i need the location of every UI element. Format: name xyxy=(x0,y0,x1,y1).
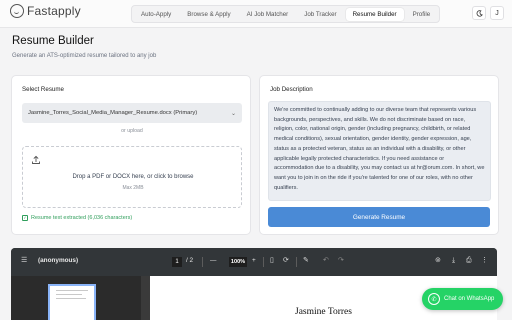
pdf-filename: (anonymous) xyxy=(38,257,79,264)
pdf-toolbar: ☰ (anonymous) 1 / 2 — 100% + ▯ ⟳ ✎ ↶ ↷ ⊚… xyxy=(11,248,497,276)
generate-resume-button[interactable]: Generate Resume xyxy=(268,207,490,227)
avatar-button[interactable]: J xyxy=(490,6,504,20)
tab-profile[interactable]: Profile xyxy=(406,8,438,21)
extraction-status-text: Resume text extracted (6,036 characters) xyxy=(31,215,133,221)
thumbnail-sidebar xyxy=(11,276,141,320)
job-description-label: Job Description xyxy=(270,86,313,93)
select-resume-label: Select Resume xyxy=(22,86,64,93)
page-number-input[interactable]: 1 xyxy=(172,257,182,267)
file-dropzone[interactable]: Drop a PDF or DOCX here, or click to bro… xyxy=(22,146,242,208)
dropzone-max-size: Max 2MB xyxy=(122,185,144,191)
job-description-textarea[interactable]: We're committed to continually adding to… xyxy=(268,101,491,201)
tab-auto-apply[interactable]: Auto-Apply xyxy=(134,8,178,21)
whatsapp-chat-button[interactable]: ✆ Chat on WhatsApp xyxy=(422,288,503,310)
zoom-out-button[interactable]: — xyxy=(210,257,216,264)
toolbar-divider xyxy=(263,257,264,267)
document-check-icon: ✓ xyxy=(22,215,28,221)
tab-ai-job-matcher[interactable]: AI Job Matcher xyxy=(240,8,296,21)
tab-resume-builder[interactable]: Resume Builder xyxy=(345,7,404,21)
menu-icon[interactable]: ☰ xyxy=(21,257,27,264)
job-description-card: Job Description We're committed to conti… xyxy=(259,75,499,235)
select-resume-card: Select Resume Jasmine_Torres_Social_Medi… xyxy=(11,75,251,235)
logo-icon xyxy=(10,4,24,18)
dropzone-text: Drop a PDF or DOCX here, or click to bro… xyxy=(72,174,194,180)
extraction-status: ✓ Resume text extracted (6,036 character… xyxy=(22,215,132,221)
or-upload-divider: or upload xyxy=(121,128,143,134)
main-nav: Auto-Apply Browse & Apply AI Job Matcher… xyxy=(131,5,441,23)
toolbar-divider xyxy=(296,257,297,267)
annotate-icon[interactable]: ✎ xyxy=(303,257,309,264)
page-total: / 2 xyxy=(186,257,194,264)
theme-toggle-button[interactable] xyxy=(472,6,486,20)
brand-name: Fastapply xyxy=(27,4,81,18)
moon-icon xyxy=(476,9,483,17)
chevron-down-icon: ⌄ xyxy=(230,110,236,117)
zoom-in-button[interactable]: + xyxy=(252,257,256,264)
page-title: Resume Builder xyxy=(12,35,94,47)
zoom-level-input[interactable]: 100% xyxy=(229,257,247,267)
thumbnail-text-line xyxy=(56,298,86,299)
top-navbar: Fastapply Auto-Apply Browse & Apply AI J… xyxy=(0,0,512,28)
undo-icon[interactable]: ↶ xyxy=(323,257,329,264)
thumbnail-text-line xyxy=(56,290,88,291)
page-thumbnail[interactable] xyxy=(48,284,96,320)
resume-select-value: Jasmine_Torres_Social_Media_Manager_Resu… xyxy=(28,110,198,116)
page-subtitle: Generate an ATS-optimized resume tailore… xyxy=(12,53,157,59)
more-options-icon[interactable]: ⋮ xyxy=(481,257,488,264)
redo-icon[interactable]: ↷ xyxy=(338,257,344,264)
rotate-icon[interactable]: ⟳ xyxy=(283,257,289,264)
whatsapp-label: Chat on WhatsApp xyxy=(444,296,495,302)
download-icon[interactable]: ⤓ xyxy=(452,257,455,264)
logo[interactable]: Fastapply xyxy=(10,4,81,18)
resume-select[interactable]: Jasmine_Torres_Social_Media_Manager_Resu… xyxy=(22,103,242,123)
tab-browse-apply[interactable]: Browse & Apply xyxy=(180,8,237,21)
highlight-icon[interactable]: ⊚ xyxy=(435,257,441,264)
toolbar-divider xyxy=(202,257,203,267)
tab-job-tracker[interactable]: Job Tracker xyxy=(297,8,343,21)
upload-icon xyxy=(32,155,40,164)
print-icon[interactable]: ⎙ xyxy=(466,257,472,264)
whatsapp-icon: ✆ xyxy=(428,293,440,305)
thumbnail-text-line xyxy=(56,294,82,295)
pdf-viewer: ☰ (anonymous) 1 / 2 — 100% + ▯ ⟳ ✎ ↶ ↷ ⊚… xyxy=(11,248,497,320)
avatar: J xyxy=(495,9,499,17)
fit-page-icon[interactable]: ▯ xyxy=(270,257,274,264)
